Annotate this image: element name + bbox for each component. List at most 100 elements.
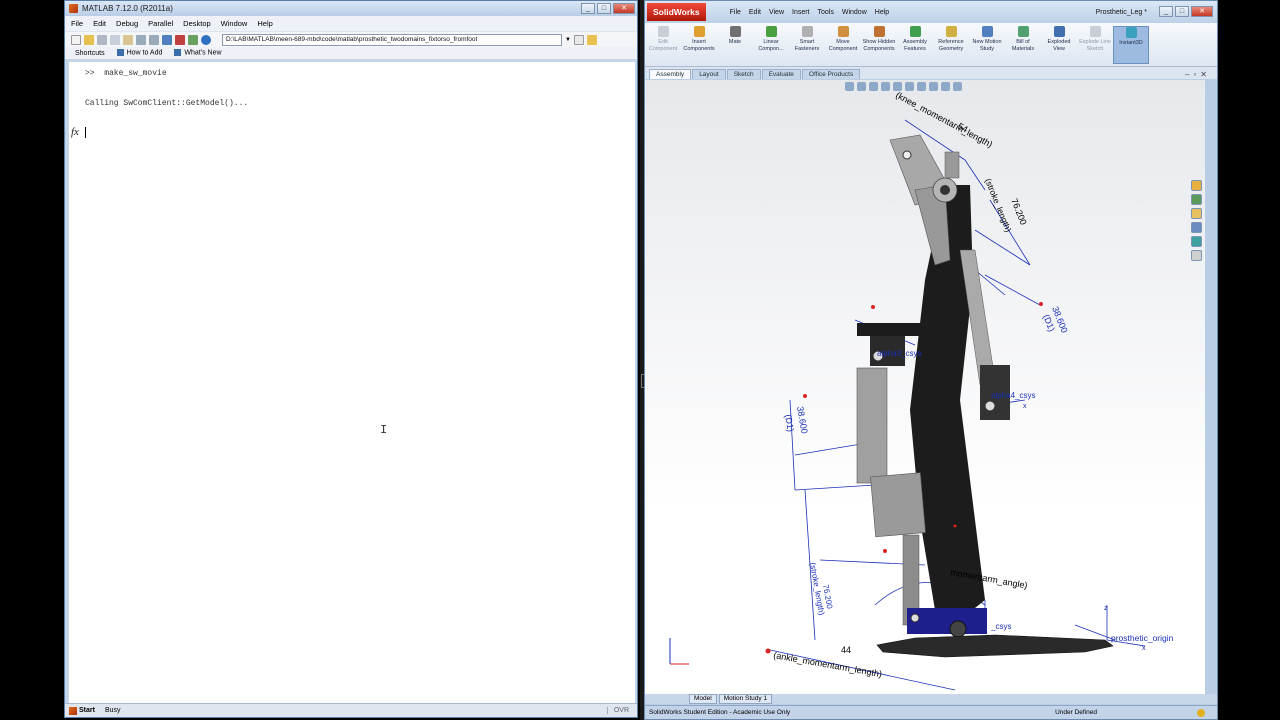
sw-resources-icon[interactable] [1191,180,1202,191]
function-browser-icon[interactable]: fx [71,126,79,138]
menu-parallel[interactable]: Parallel [148,19,173,28]
alpha3-csys-label[interactable]: alpha3_csys [877,349,921,358]
profiler-icon[interactable] [188,34,198,45]
menu-debug[interactable]: Debug [116,19,138,28]
redo-icon[interactable] [149,34,159,45]
matlab-titlebar[interactable]: MATLAB 7.12.0 (R2011a) _ □ ✕ [65,1,637,16]
undo-icon[interactable] [136,34,146,45]
sw-menu-insert[interactable]: Insert [792,9,810,16]
paste-icon[interactable] [123,34,133,45]
menu-edit[interactable]: Edit [93,19,106,28]
cmd-label: Assembly Features [903,39,927,52]
edition-status: SolidWorks Student Edition - Academic Us… [649,709,791,716]
sw-close-icon[interactable]: ✕ [1191,6,1213,17]
cmd-label: New Motion Study [972,39,1002,52]
tab-evaluate[interactable]: Evaluate [761,69,801,79]
custom-properties-icon[interactable] [1191,250,1202,261]
cmd-smart-fasteners[interactable]: Smart Fasteners [789,26,825,52]
doc-close-icon[interactable]: ✕ [1200,70,1207,79]
cmd-label: Exploded View [1047,39,1071,52]
alpha4-csys-label[interactable]: alpha4_csys [991,391,1035,400]
design-library-icon[interactable] [1191,194,1202,205]
menu-help[interactable]: Help [257,19,272,28]
sw-menu-edit[interactable]: Edit [749,9,761,16]
dim-d1-left[interactable]: (D1) [783,414,796,433]
minimize-icon[interactable]: _ [581,3,595,14]
cmd-mate[interactable]: Mate [717,26,753,46]
view-palette-icon[interactable] [1191,236,1202,247]
cmd-label: Explode Line Sketch [1079,39,1111,52]
chevron-down-icon[interactable]: ▼ [565,37,571,43]
origin-z-axis-label: z [1104,605,1108,612]
doc-minimize-icon[interactable]: – [1185,70,1189,79]
simulink-icon[interactable] [162,34,172,45]
new-file-icon[interactable] [71,34,81,45]
solidworks-titlebar[interactable]: SolidWorks File Edit View Insert Tools W… [645,1,1217,23]
sw-menu-view[interactable]: View [769,9,784,16]
copy-icon[interactable] [110,34,120,45]
prosthetic-origin-label[interactable]: prosthetic_origin [1111,633,1174,643]
file-explorer-icon[interactable] [1191,208,1202,219]
tab-motion-study-1[interactable]: Motion Study 1 [718,694,773,704]
tab-office-products[interactable]: Office Products [801,69,861,79]
start-button[interactable]: Start [65,706,99,715]
sw-menu-tools[interactable]: Tools [818,9,834,16]
menu-desktop[interactable]: Desktop [183,19,211,28]
cmd-assembly-features[interactable]: Assembly Features [897,26,933,52]
cmd-new-motion-study[interactable]: New Motion Study [969,26,1005,52]
menu-window[interactable]: Window [221,19,248,28]
sw-minimize-icon[interactable]: _ [1159,6,1173,17]
menu-file[interactable]: File [71,19,83,28]
sw-menu-file[interactable]: File [730,9,741,16]
tab-assembly[interactable]: Assembly [649,69,692,79]
cmd-label: Linear Compon... [758,39,784,52]
tab-layout[interactable]: Layout [692,69,726,79]
tab-model[interactable]: Model [689,694,717,704]
cmd-edit-component[interactable]: Edit Component [645,26,681,52]
sw-menu-window[interactable]: Window [842,9,867,16]
matlab-logo-icon [69,4,78,13]
command-window[interactable]: >> make_sw_movie Calling SwComClient::Ge… [69,62,635,703]
sw-menu-help[interactable]: Help [875,9,889,16]
cmd-show-hidden[interactable]: Show Hidden Components [861,26,897,52]
tab-sketch[interactable]: Sketch [726,69,761,79]
command-line: >> make_sw_movie [85,69,167,78]
cmd-instant3d[interactable]: Instant3D [1113,26,1149,64]
whats-new-link[interactable]: What's New [174,49,222,57]
dim-ankle-momentarm[interactable]: (ankle_momentarm_length) [773,650,883,679]
dim-stroke-length-top[interactable]: (stroke_length) [983,177,1014,233]
help-icon[interactable] [1197,708,1205,717]
search-icon[interactable] [1191,222,1202,233]
ankle-csys-label[interactable]: _csys [990,622,1011,631]
dim-d1-left-value[interactable]: 38.600 [795,406,810,435]
cmd-exploded-view[interactable]: Exploded View [1041,26,1077,52]
open-folder-icon[interactable] [84,34,94,45]
sw-maximize-icon[interactable]: □ [1175,6,1189,17]
insert-components-icon [693,26,705,37]
linear-pattern-icon [765,26,777,37]
guide-icon[interactable] [175,34,185,45]
help-icon[interactable] [201,34,211,45]
cmd-label: Reference Geometry [938,39,964,52]
cmd-insert-components[interactable]: Insert Components [681,26,717,52]
close-icon[interactable]: ✕ [613,3,635,14]
cmd-explode-line-sketch[interactable]: Explode Line Sketch [1077,26,1113,52]
doc-restore-icon[interactable]: ▫ [1193,70,1196,79]
solidworks-logo[interactable]: SolidWorks [647,3,706,21]
instant3d-icon [1125,27,1137,38]
maximize-icon[interactable]: □ [597,3,611,14]
graphics-area[interactable]: (knee_momentarm_length) 54 (stroke_lengt… [645,80,1205,694]
current-folder-input[interactable]: D:\LAB\MATLAB\meen-689-mbd\code\matlab\p… [222,33,562,46]
how-to-add-label: How to Add [126,49,163,57]
dim-ankle-value[interactable]: 44 [841,645,851,655]
whats-new-label: What's New [184,49,222,57]
cut-icon[interactable] [97,34,107,45]
cmd-bill-of-materials[interactable]: Bill of Materials [1005,26,1041,52]
cmd-linear-pattern[interactable]: Linear Compon... [753,26,789,52]
cmd-move-component[interactable]: Move Component [825,26,861,52]
how-to-add-link[interactable]: How to Add [116,49,163,57]
parent-folder-icon[interactable] [586,34,597,45]
cmd-reference-geometry[interactable]: Reference Geometry [933,26,969,52]
browse-folder-icon[interactable] [573,34,584,45]
dim-stroke-value-top[interactable]: 76.200 [1009,197,1029,226]
